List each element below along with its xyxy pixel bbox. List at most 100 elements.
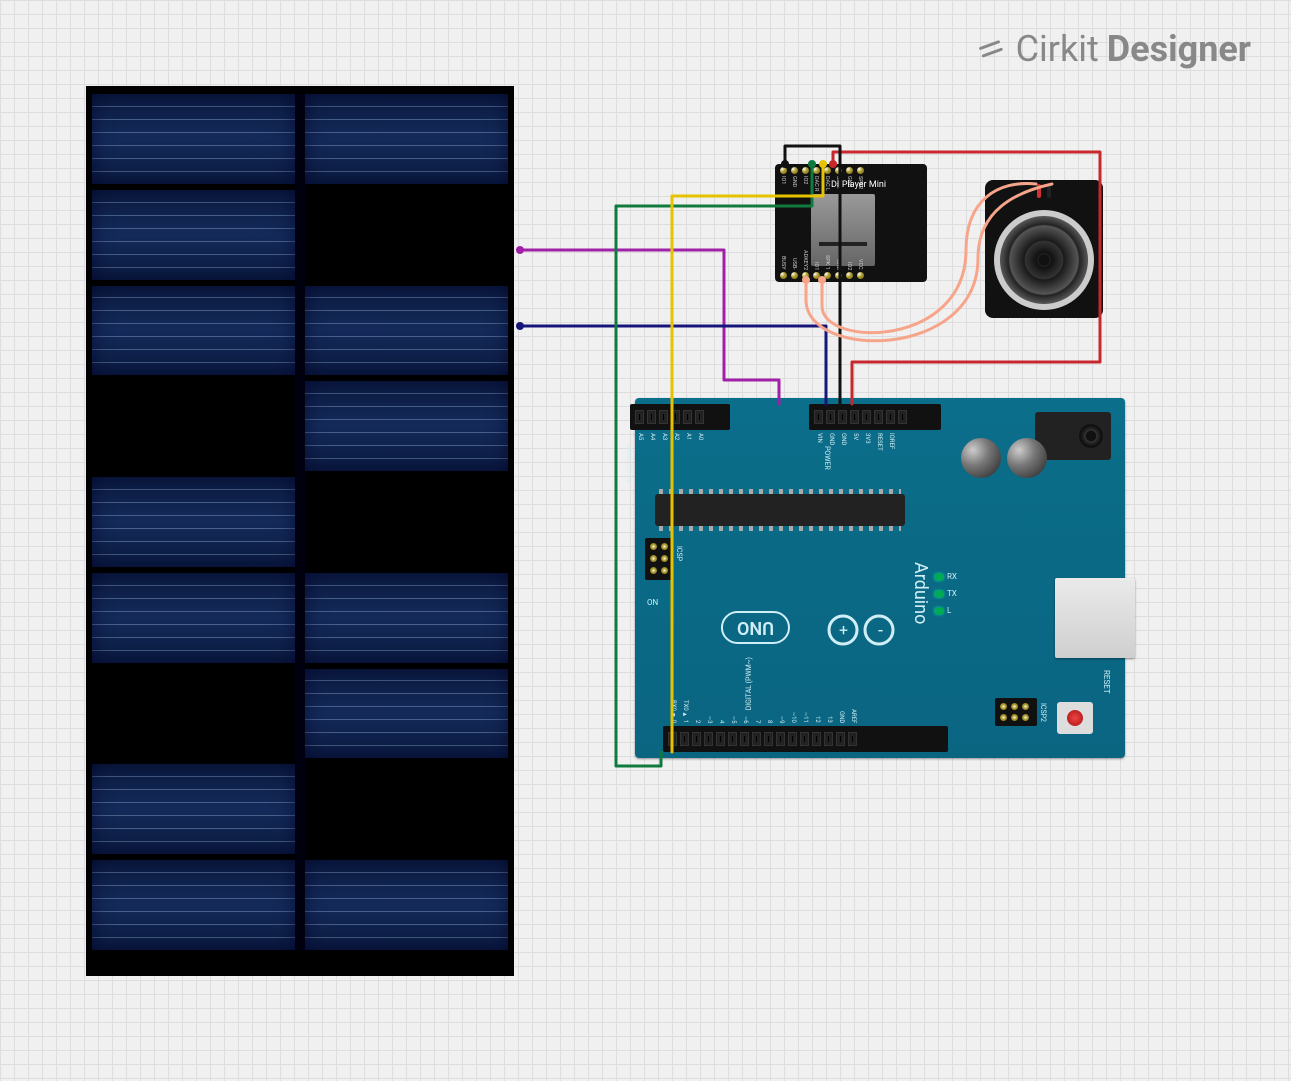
capacitor-icon <box>961 438 1001 478</box>
header-socket[interactable]: AREF <box>848 732 857 746</box>
header-socket[interactable]: 3V3 <box>862 410 871 424</box>
header-socket[interactable]: GND <box>826 410 835 424</box>
led-label: TX <box>947 589 957 598</box>
speaker[interactable] <box>985 180 1103 318</box>
header-socket[interactable]: ~5 <box>728 732 737 746</box>
solar-cell <box>92 860 295 950</box>
dfplayer-mini[interactable]: IO1GNDIO2DAC RDAC LSPK1GNDSPK2 DFPlayer … <box>775 164 927 282</box>
header-socket[interactable]: 2 <box>692 732 701 746</box>
pin[interactable]: GND <box>835 272 842 279</box>
header-socket[interactable]: 8 <box>764 732 773 746</box>
sd-card-slot <box>811 194 875 266</box>
header-socket[interactable]: 13 <box>824 732 833 746</box>
header-socket[interactable]: RESET <box>874 410 883 424</box>
tracks-icon <box>971 28 1012 69</box>
pin[interactable]: GND <box>846 167 853 174</box>
header-socket[interactable]: VIN <box>814 410 823 424</box>
digital-pwm-label: DIGITAL (PWM~) <box>745 657 753 710</box>
solar-cell <box>92 573 295 663</box>
pin[interactable]: SPK 1 <box>824 272 831 279</box>
power-label: POWER <box>823 446 831 470</box>
speaker-cone-icon <box>994 210 1094 310</box>
socket-label: ~3 <box>706 716 713 723</box>
header-socket[interactable]: A3 <box>659 410 668 424</box>
icsp2-label: ICSP2 <box>1039 703 1047 722</box>
speaker-plus-icon <box>1037 184 1041 198</box>
solar-cell <box>305 381 508 471</box>
pin[interactable]: DAC L <box>824 167 831 174</box>
pin[interactable]: SPK1 <box>835 167 842 174</box>
pin[interactable]: VCC <box>857 272 864 279</box>
pin[interactable]: BUSY <box>780 272 787 279</box>
header-socket[interactable]: 4 <box>716 732 725 746</box>
pin[interactable]: ADKEY2 <box>802 272 809 279</box>
pin-label: USB- <box>791 258 797 270</box>
header-socket[interactable]: ~10 <box>788 732 797 746</box>
pin[interactable]: GND <box>791 167 798 174</box>
pin-label: IO1 <box>813 262 819 270</box>
header-socket[interactable]: ~6 <box>740 732 749 746</box>
header-socket[interactable]: RX0 ◄ 0 <box>668 732 677 746</box>
icsp-header[interactable] <box>645 538 673 580</box>
header-socket[interactable]: A2 <box>671 410 680 424</box>
socket-label: ~6 <box>742 716 749 723</box>
pin[interactable]: IO1 <box>813 272 820 279</box>
header-socket[interactable]: 5V <box>850 410 859 424</box>
power-header[interactable]: VINGNDGND5V3V3RESETIOREF <box>809 404 941 430</box>
header-socket[interactable]: ~9 <box>776 732 785 746</box>
socket-label: IOREF <box>888 433 895 449</box>
reset-button[interactable] <box>1057 702 1093 734</box>
socket-label: ~5 <box>730 716 737 723</box>
header-socket[interactable]: ~3 <box>704 732 713 746</box>
pin-label: IO1 <box>780 176 786 184</box>
header-socket[interactable]: GND <box>838 410 847 424</box>
header-socket[interactable]: IOREF <box>886 410 895 424</box>
wire[interactable] <box>520 250 779 404</box>
header-socket[interactable]: A4 <box>647 410 656 424</box>
pin[interactable]: DAC R <box>813 167 820 174</box>
pin-label: IO2 <box>802 176 808 184</box>
pin-label: GND <box>791 176 797 187</box>
uno-badge: UNO <box>721 611 790 644</box>
pin[interactable]: USB- <box>791 272 798 279</box>
socket-label: ~10 <box>790 712 797 723</box>
header-socket[interactable]: GND <box>836 732 845 746</box>
solar-cell <box>305 860 508 950</box>
socket-label: 13 <box>826 716 833 723</box>
led-row: L <box>935 606 957 615</box>
wire[interactable] <box>520 326 826 404</box>
arduino-uno[interactable]: A5A4A3A2A1A0 VINGNDGND5V3V3RESETIOREF RX… <box>635 398 1125 758</box>
analog-in-label: ANALOG IN <box>625 446 633 482</box>
solar-cell <box>305 94 508 184</box>
socket-label: A5 <box>637 433 644 440</box>
arduino-infinity-icon: - + <box>825 608 897 648</box>
usb-port[interactable] <box>1055 578 1135 658</box>
header-socket[interactable] <box>898 410 907 424</box>
dfplayer-pins-bottom: BUSY USB- ADKEY2 IO1 SPK 1 GND IO2 VCC <box>778 272 924 279</box>
analog-header[interactable]: A5A4A3A2A1A0 <box>630 404 730 430</box>
pin-label: SPK 1 <box>824 255 830 270</box>
header-socket[interactable]: 7 <box>752 732 761 746</box>
header-socket[interactable]: A0 <box>695 410 704 424</box>
socket-label: TX0 ► 1 <box>682 700 689 723</box>
header-socket[interactable]: A5 <box>635 410 644 424</box>
wire-endpoint[interactable] <box>516 246 524 254</box>
solar-spine <box>305 764 508 854</box>
solar-spine <box>305 190 508 280</box>
solar-panel[interactable] <box>86 86 514 976</box>
digital-header[interactable]: RX0 ◄ 0TX0 ► 12~34~5~678~9~10~111213GNDA… <box>663 726 948 752</box>
wire-endpoint[interactable] <box>516 322 524 330</box>
header-socket[interactable]: TX0 ► 1 <box>680 732 689 746</box>
icsp2-header[interactable] <box>995 698 1037 726</box>
header-socket[interactable]: 12 <box>812 732 821 746</box>
header-socket[interactable]: A1 <box>683 410 692 424</box>
solar-cell <box>92 764 295 854</box>
pin[interactable]: IO2 <box>802 167 809 174</box>
socket-label: GND <box>838 711 845 723</box>
header-socket[interactable]: ~11 <box>800 732 809 746</box>
pin-label: DAC L <box>824 176 830 191</box>
solar-cell <box>92 190 295 280</box>
pin[interactable]: SPK2 <box>857 167 864 174</box>
pin[interactable]: IO2 <box>846 272 853 279</box>
pin[interactable]: IO1 <box>780 167 787 174</box>
